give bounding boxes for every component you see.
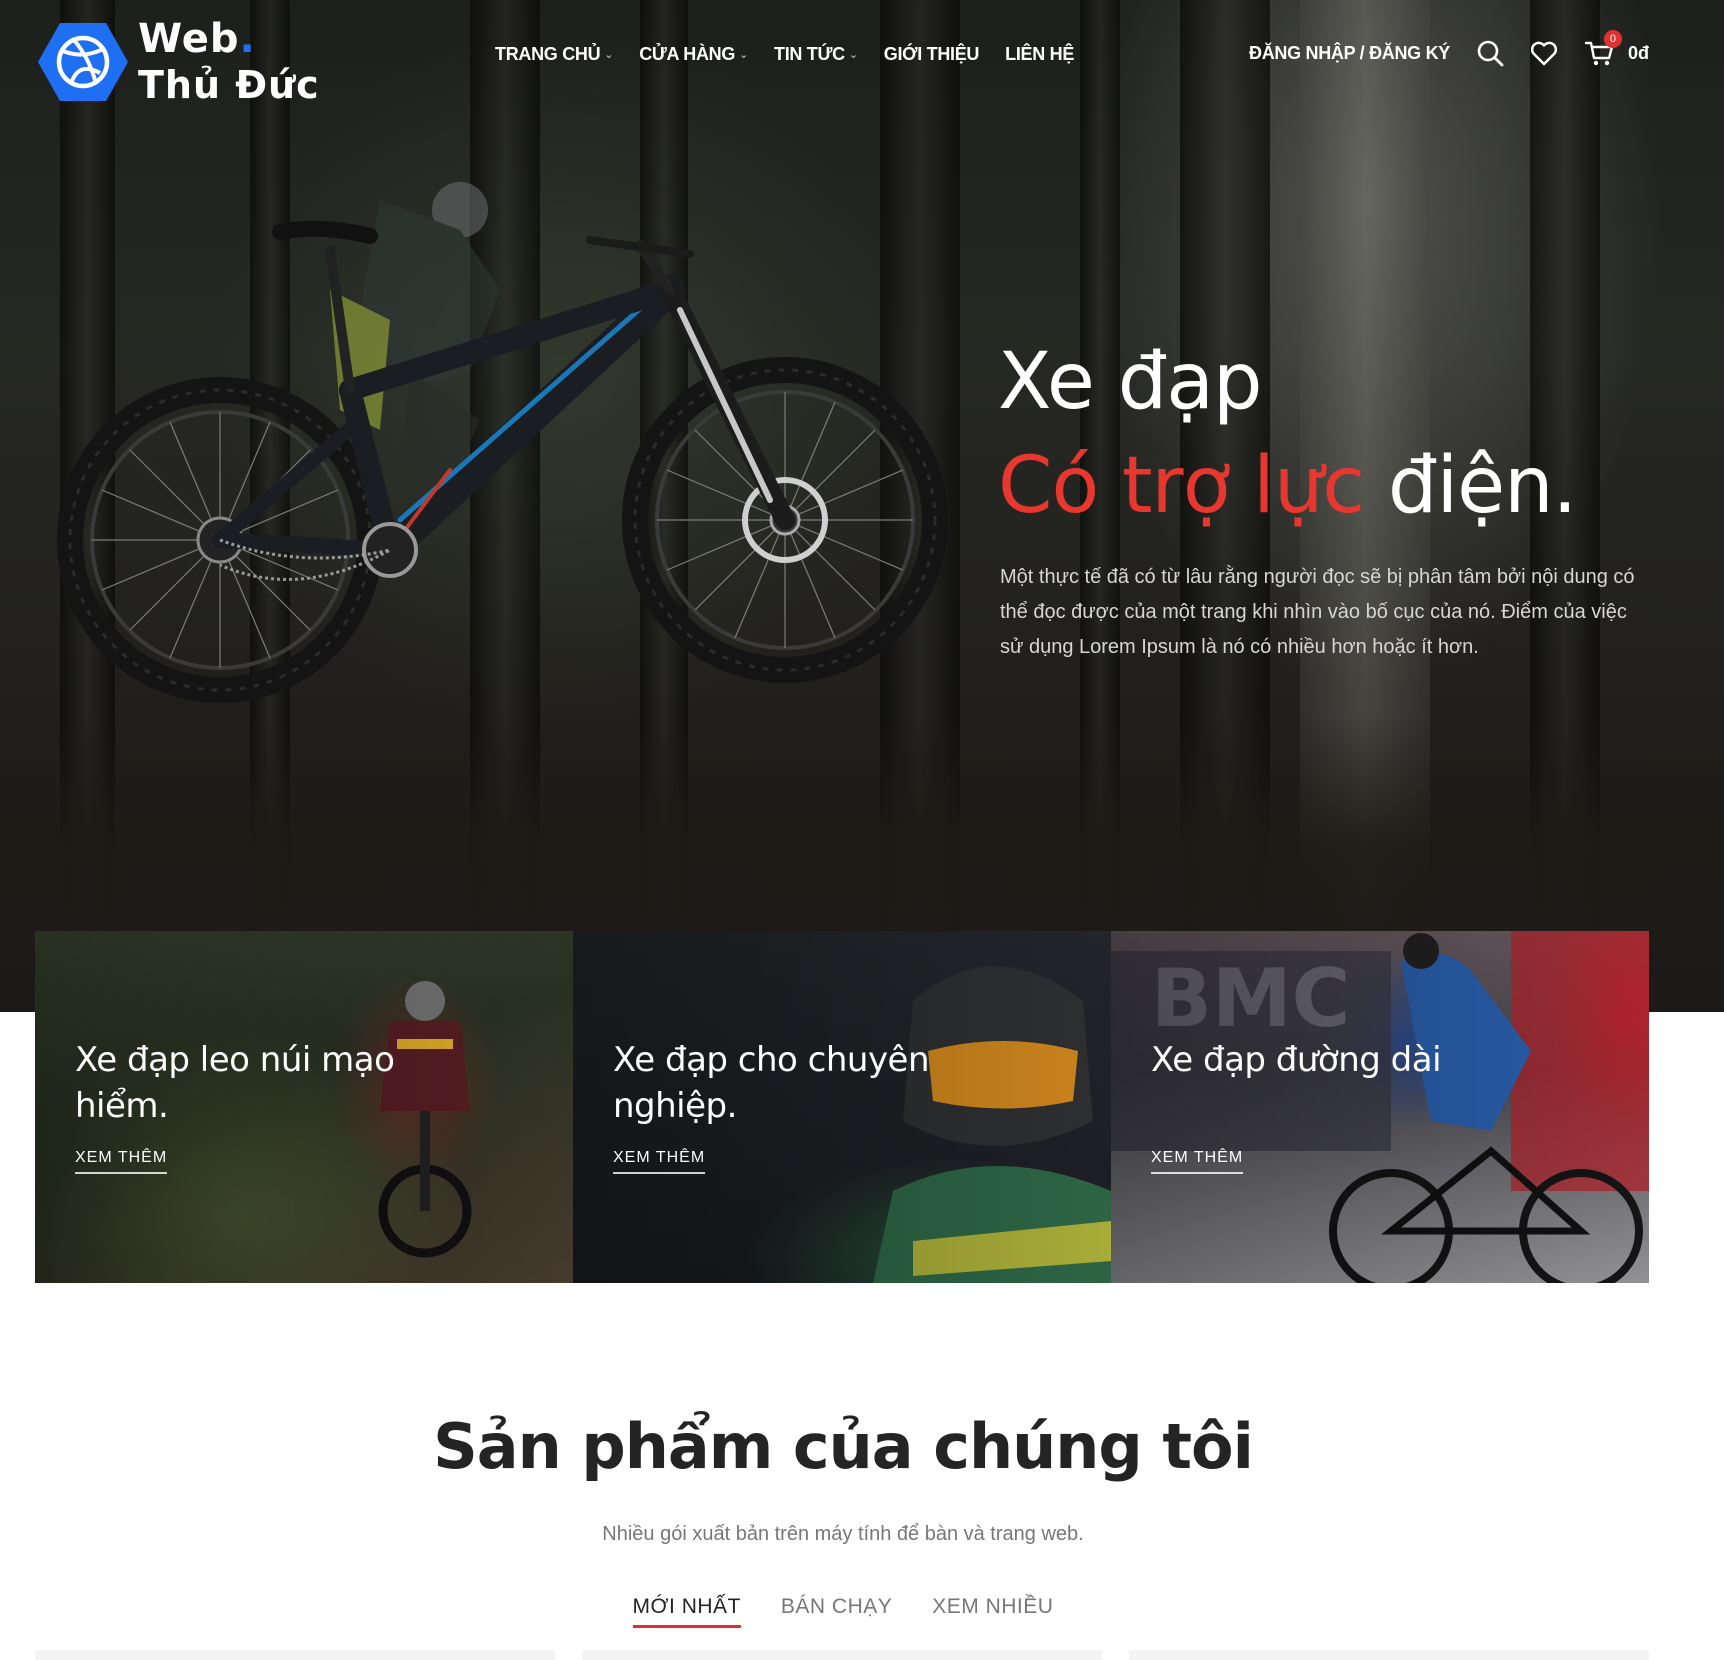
category-card-mountain[interactable]: Xe đạp leo núi mạo hiểm. XEM THÊM bbox=[35, 931, 573, 1283]
tab-newest[interactable]: MỚI NHẤT bbox=[632, 1595, 741, 1628]
section-title: Sản phẩm của chúng tôi bbox=[433, 1410, 1254, 1483]
tab-most-viewed[interactable]: XEM NHIỀU bbox=[932, 1595, 1053, 1628]
section-subtitle: Nhiều gói xuất bản trên máy tính để bàn … bbox=[602, 1523, 1084, 1545]
category-card-title: Xe đạp leo núi mạo hiểm. bbox=[75, 1040, 395, 1126]
logo-text: Web. Thủ Đức bbox=[138, 16, 320, 108]
read-more-link[interactable]: XEM THÊM bbox=[75, 1149, 168, 1174]
read-more-link[interactable]: XEM THÊM bbox=[1151, 1149, 1244, 1174]
nav-item-label: TIN TỨC bbox=[774, 44, 845, 64]
main-nav: TRANG CHỦ ⌄ CỬA HÀNG ⌄ TIN TỨC ⌄ GIỚI THIỆU… bbox=[495, 44, 1100, 65]
read-more-link[interactable]: XEM THÊM bbox=[613, 1149, 706, 1174]
nav-item-home[interactable]: TRANG CHỦ ⌄ bbox=[495, 44, 614, 65]
search-button[interactable] bbox=[1476, 39, 1504, 67]
product-card[interactable] bbox=[35, 1650, 555, 1660]
logo-line1: Web bbox=[138, 16, 240, 62]
product-tabs: MỚI NHẤT BÁN CHẠY XEM NHIỀU bbox=[0, 1595, 1686, 1628]
nav-item-contact[interactable]: LIÊN HỆ bbox=[1005, 44, 1074, 65]
category-card-pro[interactable]: Xe đạp cho chuyên nghiệp. XEM THÊM bbox=[573, 931, 1111, 1283]
hero-title-highlight: Có trợ lực bbox=[998, 441, 1365, 531]
wishlist-button[interactable] bbox=[1530, 39, 1558, 67]
hero-title-suffix: điện. bbox=[1364, 441, 1577, 531]
category-cards: Xe đạp leo núi mạo hiểm. XEM THÊM Xe đạp… bbox=[35, 931, 1650, 1283]
logo-line2: Thủ Đức bbox=[138, 63, 320, 107]
heart-icon bbox=[1530, 41, 1558, 66]
login-register-link[interactable]: ĐĂNG NHẬP / ĐĂNG KÝ bbox=[1249, 43, 1450, 64]
category-card-road[interactable]: BMC Xe đạp đường dài XEM THÊM bbox=[1111, 931, 1649, 1283]
nav-item-label: LIÊN HỆ bbox=[1005, 44, 1075, 64]
product-card[interactable] bbox=[582, 1650, 1102, 1660]
hero-title-line1: Xe đạp bbox=[998, 337, 1263, 427]
nav-item-news[interactable]: TIN TỨC ⌄ bbox=[774, 44, 858, 65]
chevron-down-icon: ⌄ bbox=[739, 49, 749, 61]
nav-item-label: CỬA HÀNG bbox=[639, 44, 736, 64]
chevron-down-icon: ⌄ bbox=[848, 49, 858, 61]
product-card[interactable] bbox=[1129, 1650, 1649, 1660]
nav-item-shop[interactable]: CỬA HÀNG ⌄ bbox=[639, 44, 748, 65]
category-card-title: Xe đạp đường dài bbox=[1151, 1040, 1442, 1080]
category-card-title: Xe đạp cho chuyên nghiệp. bbox=[613, 1040, 930, 1126]
hero-title: Xe đạp Có trợ lực điện. bbox=[998, 330, 1577, 538]
cart-total[interactable]: 0đ bbox=[1628, 43, 1649, 64]
search-icon bbox=[1477, 40, 1504, 67]
cart-button[interactable]: 0 bbox=[1584, 30, 1622, 68]
mountain-bike-image bbox=[57, 182, 948, 703]
card-overlay bbox=[1111, 931, 1649, 1283]
cart-count-badge: 0 bbox=[1603, 30, 1622, 48]
site-logo[interactable]: Web. Thủ Đức bbox=[38, 16, 320, 108]
chevron-down-icon: ⌄ bbox=[604, 49, 614, 61]
nav-item-about[interactable]: GIỚI THIỆU bbox=[883, 44, 980, 65]
site-header: Web. Thủ Đức TRANG CHỦ ⌄ CỬA HÀNG ⌄ TIN TỨ… bbox=[0, 0, 1724, 112]
logo-dot: . bbox=[239, 16, 256, 62]
hero-description: Một thực tế đã có từ lâu rằng người đọc … bbox=[1000, 566, 1635, 658]
tab-best-selling[interactable]: BÁN CHẠY bbox=[781, 1595, 892, 1628]
hero-title-line2: Có trợ lực điện. bbox=[998, 434, 1577, 538]
dribbble-hexagon-logo-icon bbox=[38, 23, 128, 101]
nav-item-label: TRANG CHỦ bbox=[495, 44, 601, 64]
header-actions: ĐĂNG NHẬP / ĐĂNG KÝ 0 0đ bbox=[1249, 30, 1649, 68]
nav-item-label: GIỚI THIỆU bbox=[883, 44, 980, 64]
